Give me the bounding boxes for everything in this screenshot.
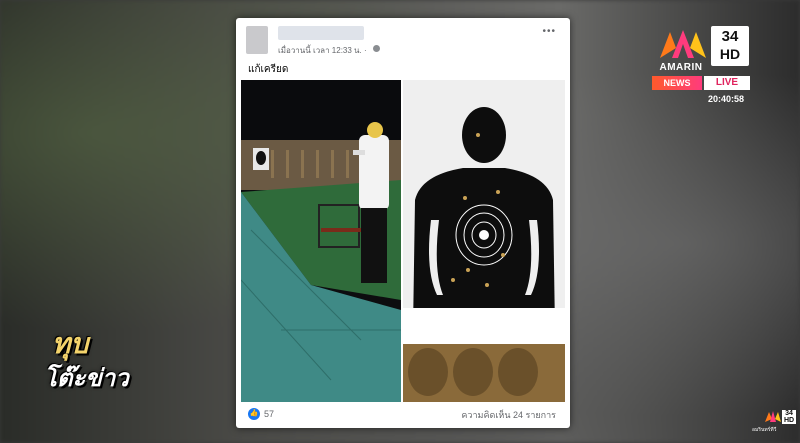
author-avatar-blurred[interactable] [246, 26, 268, 54]
shooting-range-illustration [241, 80, 401, 402]
show-title-line2: โต๊ะข่าว [44, 365, 129, 392]
corner-channel-number: 34 HD [782, 410, 796, 424]
channel-number: 34 [721, 28, 739, 45]
silhouette-target-illustration [403, 80, 565, 402]
globe-icon [373, 45, 380, 52]
thumbs-up-icon: 👍 [248, 408, 260, 420]
amarin-wing-icon [660, 30, 706, 58]
ellipsis-icon[interactable]: ••• [542, 27, 556, 37]
shooting-range-photo[interactable] [241, 80, 401, 402]
author-name-blurred[interactable] [278, 26, 364, 40]
comment-count-link[interactable]: ความคิดเห็น 24 รายการ [461, 408, 556, 422]
amarin-tv-logo: 34 HD AMARIN NEWS LIVE 20:40:58 [652, 24, 752, 108]
corner-subtitle: อมรินทร์ทีวี [752, 427, 777, 433]
target-sheet-photo[interactable] [403, 80, 565, 402]
live-badge: LIVE [704, 76, 750, 90]
brand-name: AMARIN [659, 62, 703, 73]
post-caption: แก้เครียด [248, 64, 289, 75]
channel-number-box: 34 HD [711, 26, 749, 66]
reaction-summary[interactable]: 👍 57 [248, 407, 274, 421]
show-title-logo: ทุบ โต๊ะข่าว [38, 322, 138, 392]
news-badge: NEWS [652, 76, 702, 90]
like-count: 57 [264, 409, 275, 419]
post-timestamp[interactable]: เมื่อวานนี้ เวลา 12:33 น. · [278, 44, 367, 57]
corner-channel-bug: 34 HD อมรินทร์ทีวี [752, 410, 796, 438]
broadcast-clock: 20:40:58 [708, 94, 745, 104]
channel-hd: HD [719, 46, 741, 62]
corner-wing-icon [765, 411, 781, 422]
facebook-post-card: เมื่อวานนี้ เวลา 12:33 น. · ••• แก้เครีย… [236, 18, 570, 428]
